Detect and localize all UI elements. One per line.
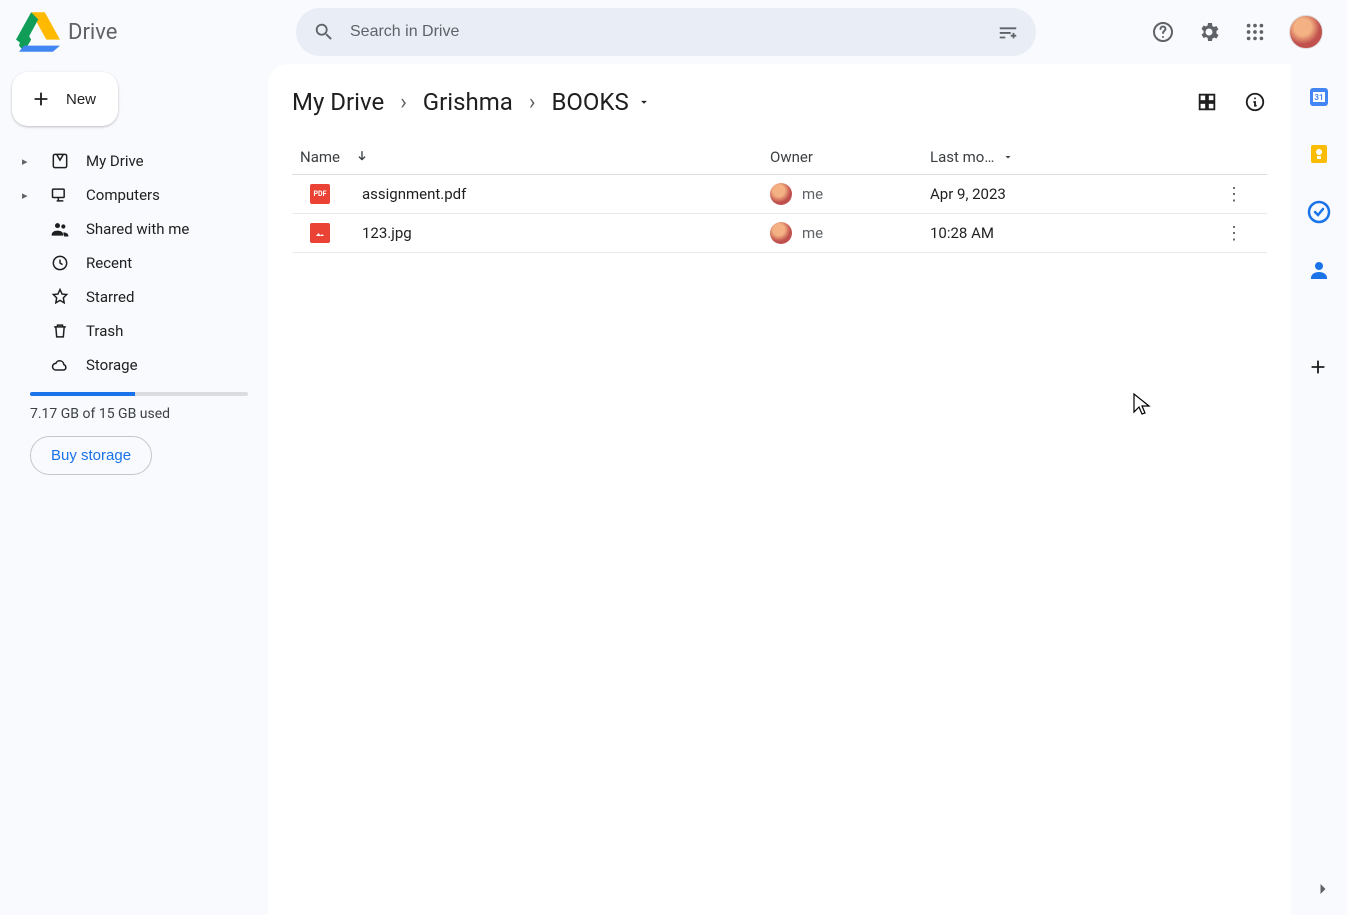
column-owner-header[interactable]: Owner — [770, 148, 930, 166]
breadcrumb-segment[interactable]: My Drive — [292, 88, 384, 116]
sidebar-item-label: Starred — [86, 288, 134, 306]
sidebar-item-recent[interactable]: Recent — [12, 246, 256, 280]
help-icon[interactable] — [1151, 20, 1175, 44]
sidebar-item-storage[interactable]: Storage — [12, 348, 256, 382]
table-row[interactable]: PDF assignment.pdf me Apr 9, 2023 ⋮ — [292, 175, 1267, 214]
table-row[interactable]: 123.jpg me 10:28 AM ⋮ — [292, 214, 1267, 253]
file-name: assignment.pdf — [362, 185, 466, 203]
side-panel: 31 — [1291, 72, 1347, 380]
drive-logo-lockup[interactable]: Drive — [16, 12, 284, 52]
settings-icon[interactable] — [1197, 20, 1221, 44]
sidebar-item-trash[interactable]: Trash — [12, 314, 256, 348]
computers-icon — [50, 185, 70, 205]
storage-fill — [30, 392, 135, 396]
column-modified-header[interactable]: Last mo… — [930, 148, 1100, 166]
sidebar-item-label: Trash — [86, 322, 123, 340]
grid-view-icon[interactable] — [1195, 90, 1219, 114]
row-more-icon[interactable]: ⋮ — [1225, 184, 1243, 205]
account-avatar[interactable] — [1289, 15, 1323, 49]
sidebar-item-label: My Drive — [86, 152, 144, 170]
column-name-label: Name — [300, 148, 340, 166]
chevron-right-icon: › — [394, 90, 413, 115]
sidebar-item-label: Computers — [86, 186, 160, 204]
info-icon[interactable] — [1243, 90, 1267, 114]
table-header: Name Owner Last mo… — [292, 140, 1267, 175]
sidebar-item-label: Shared with me — [86, 220, 189, 238]
side-panel-collapse-icon[interactable] — [1313, 879, 1333, 903]
owner-avatar — [770, 183, 792, 205]
sidebar-item-my-drive[interactable]: ▸ My Drive — [12, 144, 256, 178]
caret-down-icon — [1002, 151, 1014, 163]
cloud-icon — [50, 355, 70, 375]
drive-app-name: Drive — [68, 20, 117, 45]
sidebar-item-shared[interactable]: Shared with me — [12, 212, 256, 246]
owner-name: me — [802, 185, 823, 203]
buy-storage-button[interactable]: Buy storage — [30, 436, 152, 475]
row-more-icon[interactable]: ⋮ — [1225, 223, 1243, 244]
sidebar-item-computers[interactable]: ▸ Computers — [12, 178, 256, 212]
file-name: 123.jpg — [362, 224, 412, 242]
search-input[interactable] — [350, 23, 982, 41]
storage-bar — [30, 392, 248, 396]
modified-date: Apr 9, 2023 — [930, 185, 1006, 203]
column-name-header[interactable]: Name — [300, 148, 770, 166]
new-button-label: New — [66, 91, 96, 108]
arrow-down-icon — [354, 149, 370, 165]
drive-icon — [50, 151, 70, 171]
plus-icon — [30, 88, 52, 110]
caret-icon: ▸ — [22, 155, 34, 168]
new-button[interactable]: New — [12, 72, 118, 126]
svg-text:31: 31 — [1314, 93, 1323, 102]
breadcrumb-segment[interactable]: Grishma — [423, 88, 513, 116]
owner-avatar — [770, 222, 792, 244]
column-owner-label: Owner — [770, 148, 813, 166]
column-modified-label: Last mo… — [930, 148, 994, 166]
star-icon — [50, 287, 70, 307]
breadcrumb-current[interactable]: BOOKS — [551, 88, 650, 116]
caret-icon: ▸ — [22, 189, 34, 202]
search-options-icon[interactable] — [996, 20, 1020, 44]
add-app-icon[interactable] — [1307, 356, 1331, 380]
trash-icon — [50, 321, 70, 341]
caret-down-icon — [637, 95, 651, 109]
image-file-icon — [310, 223, 330, 243]
tasks-app-icon[interactable] — [1307, 200, 1331, 224]
sidebar-item-starred[interactable]: Starred — [12, 280, 256, 314]
calendar-app-icon[interactable]: 31 — [1307, 84, 1331, 108]
drive-logo-icon — [16, 12, 60, 52]
storage-text: 7.17 GB of 15 GB used — [30, 406, 256, 422]
search-bar[interactable] — [296, 8, 1036, 56]
breadcrumb-current-label: BOOKS — [551, 88, 628, 116]
sidebar-item-label: Recent — [86, 254, 132, 272]
pdf-file-icon: PDF — [310, 184, 330, 204]
modified-date: 10:28 AM — [930, 224, 994, 242]
apps-icon[interactable] — [1243, 20, 1267, 44]
search-icon[interactable] — [312, 20, 336, 44]
owner-name: me — [802, 224, 823, 242]
sidebar-item-label: Storage — [86, 356, 138, 374]
recent-icon — [50, 253, 70, 273]
contacts-app-icon[interactable] — [1307, 258, 1331, 282]
breadcrumb: My Drive › Grishma › BOOKS — [292, 64, 1267, 140]
shared-icon — [50, 219, 70, 239]
chevron-right-icon: › — [523, 90, 542, 115]
keep-app-icon[interactable] — [1307, 142, 1331, 166]
main-panel: My Drive › Grishma › BOOKS Name — [268, 64, 1291, 915]
sidebar: New ▸ My Drive ▸ Computers Shared with m… — [0, 64, 268, 915]
